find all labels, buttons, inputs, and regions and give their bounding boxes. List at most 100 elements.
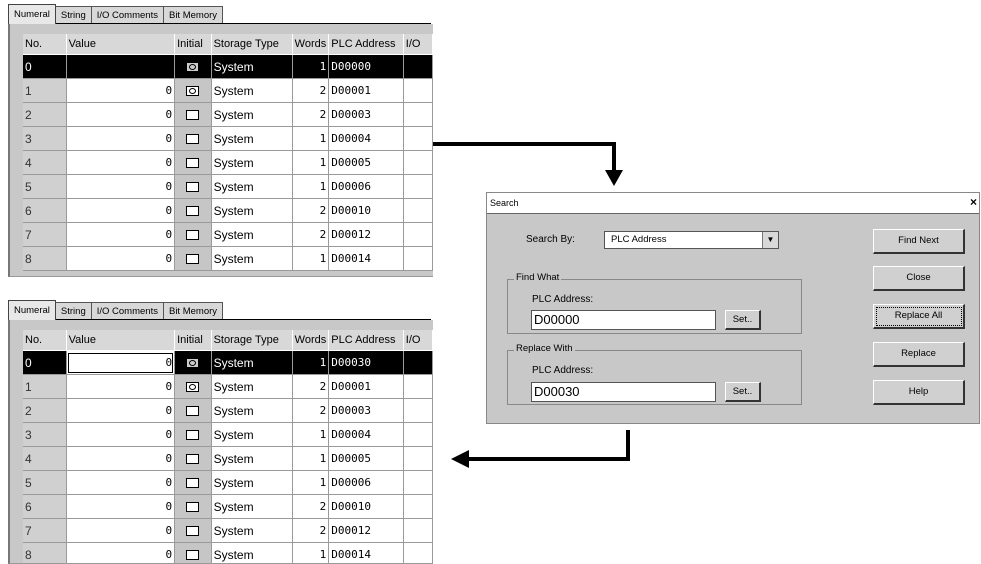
cell-storage-type[interactable]: System: [211, 55, 292, 79]
cell-no[interactable]: 4: [23, 151, 66, 175]
cell-value[interactable]: 0: [66, 519, 174, 543]
cell-storage-type[interactable]: System: [211, 423, 292, 447]
tab-string[interactable]: String: [55, 6, 92, 24]
cell-storage-type[interactable]: System: [211, 375, 292, 399]
cell-words[interactable]: 2: [292, 79, 329, 103]
cell-initial[interactable]: [175, 519, 212, 543]
col-header-storage-type[interactable]: Storage Type: [211, 34, 292, 55]
tab-string[interactable]: String: [55, 302, 92, 320]
initial-checkbox[interactable]: [186, 358, 199, 368]
initial-checkbox[interactable]: [186, 254, 199, 264]
cell-io[interactable]: [403, 471, 432, 495]
cell-no[interactable]: 2: [23, 399, 66, 423]
table-row[interactable]: 80System1D00014: [23, 543, 433, 564]
data-grid-before[interactable]: No. Value Initial Storage Type Words PLC…: [23, 34, 433, 271]
initial-checkbox[interactable]: [186, 158, 199, 168]
cell-plc-address[interactable]: D00004: [329, 127, 404, 151]
cell-value[interactable]: 0: [66, 247, 174, 271]
cell-io[interactable]: [403, 103, 432, 127]
cell-words[interactable]: 1: [292, 423, 329, 447]
cell-storage-type[interactable]: System: [211, 151, 292, 175]
cell-plc-address[interactable]: D00005: [329, 447, 404, 471]
cell-storage-type[interactable]: System: [211, 175, 292, 199]
initial-checkbox[interactable]: [186, 454, 199, 464]
table-row[interactable]: 40System1D00005: [23, 447, 433, 471]
table-row[interactable]: 40System1D00005: [23, 151, 433, 175]
cell-initial[interactable]: [175, 175, 212, 199]
replace-set-button[interactable]: Set..: [725, 382, 761, 402]
replace-all-button[interactable]: Replace All: [873, 304, 965, 329]
table-row[interactable]: 30System1D00004: [23, 127, 433, 151]
dialog-title-bar[interactable]: Search ×: [487, 193, 979, 214]
tab-numeral[interactable]: Numeral: [8, 4, 56, 24]
tab-io-comments[interactable]: I/O Comments: [91, 6, 164, 24]
cell-value[interactable]: 0: [66, 151, 174, 175]
cell-storage-type[interactable]: System: [211, 399, 292, 423]
initial-checkbox[interactable]: [186, 110, 199, 120]
find-next-button[interactable]: Find Next: [873, 229, 965, 254]
col-header-plc-address[interactable]: PLC Address: [329, 330, 404, 351]
cell-initial[interactable]: [175, 375, 212, 399]
cell-io[interactable]: [403, 351, 432, 375]
cell-value[interactable]: 0: [66, 223, 174, 247]
cell-words[interactable]: 2: [292, 495, 329, 519]
cell-words[interactable]: 1: [292, 55, 329, 79]
col-header-words[interactable]: Words: [292, 34, 329, 55]
cell-initial[interactable]: [175, 495, 212, 519]
cell-words[interactable]: 1: [292, 175, 329, 199]
cell-plc-address[interactable]: D00014: [329, 247, 404, 271]
cell-initial[interactable]: [175, 247, 212, 271]
cell-no[interactable]: 4: [23, 447, 66, 471]
cell-io[interactable]: [403, 151, 432, 175]
cell-io[interactable]: [403, 175, 432, 199]
cell-plc-address[interactable]: D00000: [329, 55, 404, 79]
tab-bit-memory[interactable]: Bit Memory: [163, 302, 223, 320]
cell-words[interactable]: 2: [292, 399, 329, 423]
cell-no[interactable]: 8: [23, 247, 66, 271]
initial-checkbox[interactable]: [186, 406, 199, 416]
table-row[interactable]: 10System2D00001: [23, 375, 433, 399]
cell-words[interactable]: 2: [292, 199, 329, 223]
cell-storage-type[interactable]: System: [211, 543, 292, 564]
cell-no[interactable]: 0: [23, 55, 66, 79]
cell-storage-type[interactable]: System: [211, 495, 292, 519]
chevron-down-icon[interactable]: ▼: [762, 232, 778, 248]
cell-no[interactable]: 5: [23, 471, 66, 495]
cell-words[interactable]: 1: [292, 351, 329, 375]
cell-io[interactable]: [403, 423, 432, 447]
col-header-storage-type[interactable]: Storage Type: [211, 330, 292, 351]
col-header-no[interactable]: No.: [23, 330, 66, 351]
cell-initial[interactable]: [175, 103, 212, 127]
cell-value[interactable]: 0: [66, 103, 174, 127]
initial-checkbox[interactable]: [186, 502, 199, 512]
col-header-initial[interactable]: Initial: [175, 330, 212, 351]
initial-checkbox[interactable]: [186, 62, 199, 72]
cell-storage-type[interactable]: System: [211, 199, 292, 223]
cell-initial[interactable]: [175, 223, 212, 247]
cell-no[interactable]: 3: [23, 127, 66, 151]
cell-no[interactable]: 3: [23, 423, 66, 447]
table-row[interactable]: 80System1D00014: [23, 247, 433, 271]
initial-checkbox[interactable]: [186, 230, 199, 240]
cell-io[interactable]: [403, 223, 432, 247]
col-header-plc-address[interactable]: PLC Address: [329, 34, 404, 55]
table-row[interactable]: 10System2D00001: [23, 79, 433, 103]
cell-initial[interactable]: [175, 127, 212, 151]
cell-initial[interactable]: [175, 543, 212, 564]
col-header-io[interactable]: I/O: [403, 34, 432, 55]
cell-initial[interactable]: [175, 351, 212, 375]
cell-plc-address[interactable]: D00004: [329, 423, 404, 447]
cell-io[interactable]: [403, 127, 432, 151]
cell-storage-type[interactable]: System: [211, 351, 292, 375]
cell-storage-type[interactable]: System: [211, 471, 292, 495]
cell-plc-address[interactable]: D00005: [329, 151, 404, 175]
cell-io[interactable]: [403, 199, 432, 223]
cell-value[interactable]: 0: [66, 127, 174, 151]
cell-value[interactable]: 0: [66, 199, 174, 223]
tab-bit-memory[interactable]: Bit Memory: [163, 6, 223, 24]
initial-checkbox[interactable]: [186, 86, 199, 96]
initial-checkbox[interactable]: [186, 430, 199, 440]
cell-io[interactable]: [403, 55, 432, 79]
data-grid-after[interactable]: No. Value Initial Storage Type Words PLC…: [23, 330, 433, 564]
cell-no[interactable]: 0: [23, 351, 66, 375]
